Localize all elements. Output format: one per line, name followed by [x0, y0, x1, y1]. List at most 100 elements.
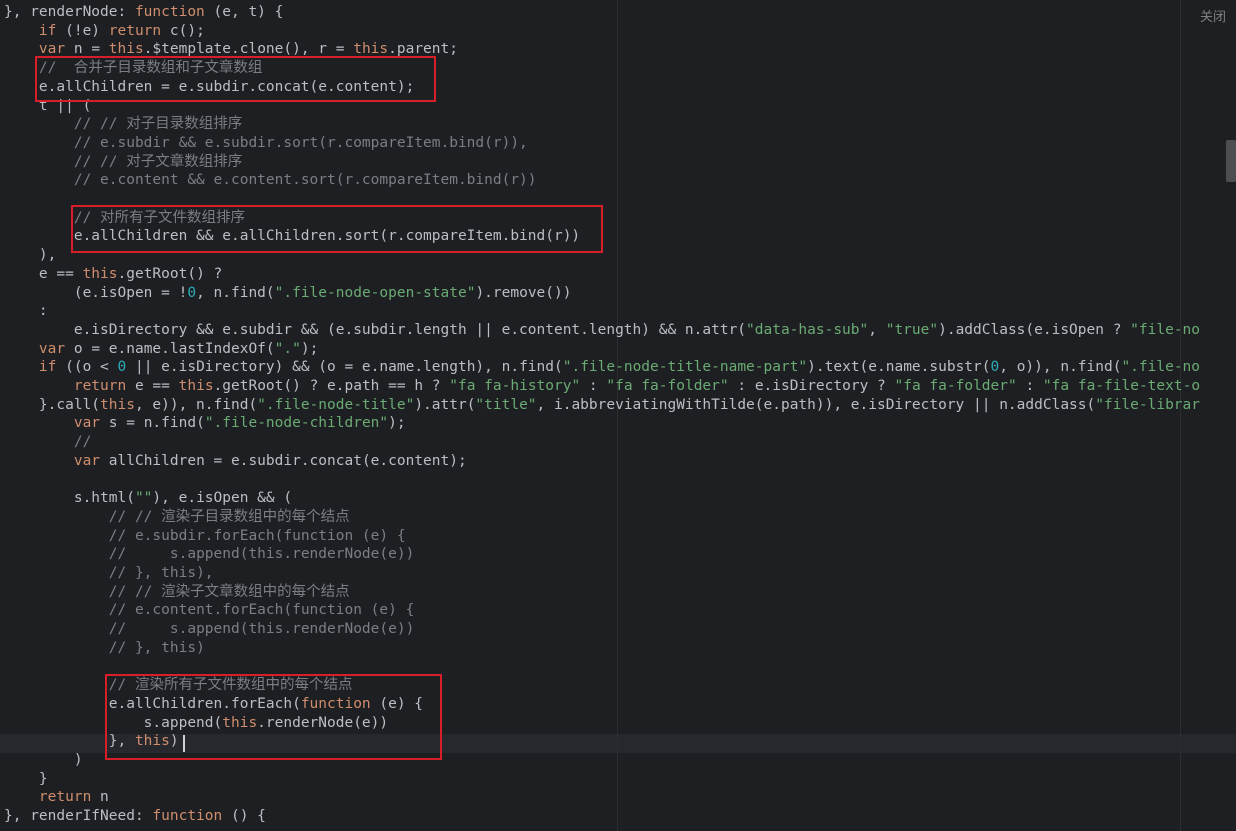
code-line[interactable]: // // 对子文章数组排序	[4, 153, 242, 172]
code-line[interactable]: e.allChildren.forEach(function (e) {	[4, 695, 423, 714]
code-token: "file-no	[1130, 321, 1201, 338]
code-token: ).remove())	[475, 284, 572, 301]
code-token: this	[134, 733, 170, 750]
code-token: ""	[134, 490, 153, 507]
code-token: "file-librar	[1095, 396, 1200, 413]
code-token: , i.abbreviatingWithTilde(e.path)), e.is…	[536, 396, 1096, 413]
code-token: e.allChildren.forEach(	[4, 695, 301, 712]
code-token: , e)), n.find(	[134, 396, 258, 413]
code-line[interactable]: // e.content && e.content.sort(r.compare…	[4, 171, 537, 190]
code-line[interactable]: :	[4, 302, 48, 321]
code-line[interactable]: // e.subdir && e.subdir.sort(r.compareIt…	[4, 134, 528, 153]
code-token: ".file-node-title-name-part"	[562, 359, 808, 376]
code-token: this	[100, 396, 135, 413]
code-token: : e.isDirectory ?	[728, 378, 895, 394]
code-token: allChildren = e.subdir.concat(e.content)…	[100, 452, 467, 469]
code-line[interactable]: // e.subdir.forEach(function (e) {	[4, 527, 406, 546]
code-token: ).attr(	[414, 396, 476, 413]
code-line[interactable]: var o = e.name.lastIndexOf(".");	[4, 340, 318, 359]
code-token: // e.subdir && e.subdir.sort(r.compareIt…	[73, 134, 528, 151]
code-line[interactable]: ),	[4, 246, 56, 265]
code-line[interactable]: }, renderIfNeed: function () {	[4, 807, 266, 826]
code-line[interactable]: e.allChildren = e.subdir.concat(e.conten…	[4, 78, 414, 97]
code-token: function	[300, 695, 371, 712]
text-caret	[183, 735, 185, 752]
code-token: var	[73, 452, 101, 469]
code-line[interactable]: // // 对子目录数组排序	[4, 115, 242, 134]
code-line[interactable]: if (!e) return c();	[4, 22, 205, 41]
code-line[interactable]: }, renderNode: function (e, t) {	[4, 3, 283, 22]
code-token: "fa fa-folder"	[606, 378, 729, 394]
code-token: (!e)	[56, 22, 109, 39]
code-line[interactable]: var s = n.find(".file-node-children");	[4, 414, 406, 433]
code-line[interactable]: t || (	[4, 97, 91, 116]
code-token: // }, this),	[108, 565, 214, 581]
code-token: this	[108, 41, 144, 58]
code-token: if	[38, 22, 57, 39]
code-token: .parent;	[388, 41, 458, 58]
code-token: // 渲染所有子文件数组中的每个结点	[108, 677, 353, 694]
code-token: }, renderNode:	[4, 4, 135, 20]
close-button[interactable]: 关闭	[1200, 6, 1226, 25]
code-line[interactable]: e == this.getRoot() ?	[4, 265, 222, 284]
code-line[interactable]: //	[4, 433, 91, 452]
code-line[interactable]: // // 渲染子文章数组中的每个结点	[4, 583, 350, 602]
code-line[interactable]: // s.append(this.renderNode(e))	[4, 620, 415, 639]
code-line[interactable]: // s.append(this.renderNode(e))	[4, 545, 415, 564]
code-token: var	[38, 41, 66, 58]
code-line[interactable]: // 合并子目录数组和子文章数组	[4, 59, 262, 78]
code-line[interactable]: return n	[4, 788, 109, 807]
code-token: }.call(	[4, 396, 101, 413]
code-token: if	[38, 359, 57, 376]
code-token: // }, this)	[108, 639, 205, 656]
code-token: ".file-node-children"	[204, 415, 389, 432]
code-token: ),	[4, 247, 57, 264]
code-token: "data-has-sub"	[746, 321, 869, 338]
code-token: e.allChildren = e.subdir.concat(e.conten…	[4, 78, 415, 95]
code-line[interactable]: // 对所有子文件数组排序	[4, 209, 245, 228]
code-line[interactable]: }	[4, 770, 48, 789]
code-line[interactable]: // 渲染所有子文件数组中的每个结点	[4, 676, 353, 695]
code-line[interactable]: e.allChildren && e.allChildren.sort(r.co…	[4, 227, 580, 246]
code-line[interactable]: }.call(this, e)), n.find(".file-node-tit…	[4, 396, 1200, 415]
code-token: "."	[274, 340, 301, 357]
code-line[interactable]: e.isDirectory && e.subdir && (e.subdir.l…	[4, 321, 1200, 340]
code-line[interactable]: }, this)	[4, 732, 179, 751]
code-token: (e, t) {	[204, 4, 284, 20]
code-token: function	[134, 4, 205, 20]
code-editor[interactable]: }, renderNode: function (e, t) { if (!e)…	[0, 0, 1236, 831]
code-token: var	[73, 415, 101, 432]
code-line[interactable]: )	[4, 751, 83, 770]
code-line[interactable]: // }, this)	[4, 639, 205, 658]
code-line[interactable]: s.append(this.renderNode(e))	[4, 714, 388, 733]
code-token: "fa fa-file-text-o	[1042, 378, 1201, 394]
code-token: (e) {	[370, 695, 424, 712]
code-token: // s.append(this.renderNode(e))	[108, 621, 415, 638]
code-line[interactable]: // }, this),	[4, 564, 214, 583]
code-line[interactable]: // // 渲染子目录数组中的每个结点	[4, 508, 350, 527]
code-token: // e.content && e.content.sort(r.compare…	[73, 172, 537, 189]
code-line[interactable]: return e == this.getRoot() ? e.path == h…	[4, 377, 1200, 396]
code-token: 0	[990, 359, 1000, 376]
code-token: return	[73, 378, 127, 394]
code-line[interactable]: (e.isOpen = !0, n.find(".file-node-open-…	[4, 284, 572, 303]
code-token: function	[152, 808, 223, 825]
code-line[interactable]: var n = this.$template.clone(), r = this…	[4, 40, 458, 59]
code-line[interactable]: s.html(""), e.isOpen && (	[4, 489, 292, 508]
code-token: :	[4, 303, 48, 320]
code-token: // e.subdir.forEach(function (e) {	[108, 527, 406, 544]
code-line[interactable]: var allChildren = e.subdir.concat(e.cont…	[4, 452, 467, 471]
code-line[interactable]: if ((o < 0 || e.isDirectory) && (o = e.n…	[4, 358, 1200, 377]
code-line[interactable]: // e.content.forEach(function (e) {	[4, 601, 415, 620]
scrollbar-thumb[interactable]	[1226, 140, 1236, 182]
code-token: this	[82, 265, 118, 282]
code-token: "fa fa-folder"	[894, 378, 1017, 394]
